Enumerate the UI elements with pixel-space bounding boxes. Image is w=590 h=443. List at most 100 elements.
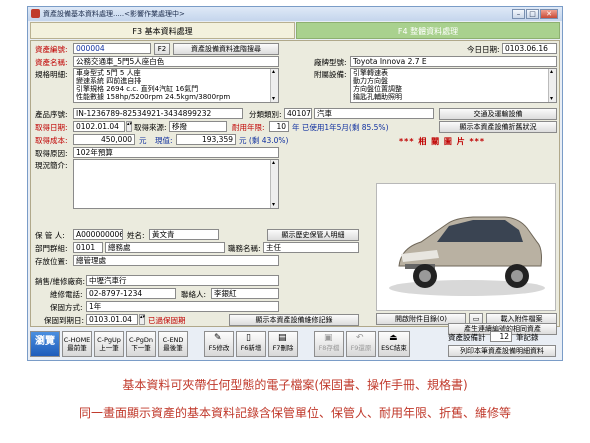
print-detail-button[interactable]: 列印本筆資產設備明細資料 [448,345,556,357]
keeper-id-field[interactable]: A000000006 [73,229,123,240]
spec-line: 引擎規格 2694 c.c. 直列4汽缸 16氣門 [76,85,199,93]
spec-label: 規格明細: [35,70,68,79]
status-textarea[interactable] [73,159,279,209]
total-label: 資產設備計 [448,333,486,342]
accessory-line: 方向盤位置調整 [353,85,402,93]
f2-button[interactable]: F2 [154,43,170,55]
reason-label: 取得原因: [35,149,68,158]
warranty-date-label: 保固到期日: [44,316,85,325]
contact-field[interactable]: 李銀紅 [211,288,279,299]
warranty-field[interactable]: 1年 [86,301,279,312]
delete-button[interactable]: ▤ F7刪除 [268,331,298,357]
asset-window: 資產設備基本資料處理.....<影響作業處理中> – □ ✕ F3 基本資料處理… [27,6,563,361]
app-icon [31,9,40,18]
current-label: 現值: [155,136,173,145]
depreciation-button[interactable]: 顯示本資產設備折舊狀況 [439,121,557,133]
accessory-textarea[interactable]: 引擎轉速表 動力方向盤 方向盤位置調整 鑰匙孔輔助照明 [350,68,557,103]
spec-textarea[interactable]: 車身型式 5門 5 人座 變速系統 四前進自排 引擎規格 2694 c.c. 直… [73,68,279,103]
repair-record-button[interactable]: 顯示本資產設備維修記錄 [229,314,359,326]
keeper-name-label: 姓名: [127,231,145,240]
category-code-field[interactable]: 40107 [284,108,312,119]
next-record-button[interactable]: C-PgDn 下一筆 [126,331,156,357]
asset-photo [376,183,556,311]
cost-field[interactable]: 450,000 [73,134,135,145]
undo-icon: ↶ [356,333,364,343]
close-button[interactable]: ✕ [540,9,558,19]
save-button[interactable]: ▣ F8存檔 [314,331,344,357]
accessory-scrollbar[interactable] [548,69,556,102]
warranty-date-spinner[interactable]: ▴▾ [139,314,145,325]
warranty-label: 保固方式: [50,303,83,312]
dept-name-field: 總務處 [105,242,225,253]
acq-date-label: 取得日期: [35,123,68,132]
asset-no-label: 資產編號: [35,45,68,54]
job-title-label: 職務名稱: [228,244,261,253]
reason-field[interactable]: 102年預算 [73,147,279,158]
title-bar: 資產設備基本資料處理.....<影響作業處理中> – □ ✕ [28,7,562,21]
dept-label: 部門群組: [35,244,68,253]
photo-title: *** 相 關 圖 片 *** [399,137,486,146]
save-icon: ▣ [324,333,333,343]
delete-icon: ▤ [278,333,287,343]
dept-code-field[interactable]: 0101 [73,242,103,253]
source-select[interactable]: 移撥 [169,121,227,132]
advanced-search-button[interactable]: 資產設備資料進階搜尋 [173,43,279,55]
asset-no-field[interactable]: 000004 [73,43,151,54]
life-field[interactable]: 10 [269,121,289,132]
tab-overall-data[interactable]: F4 整體資料處理 [296,22,560,39]
phone-field[interactable]: 02-8797-1234 [86,288,176,299]
last-record-button[interactable]: C-END 最後筆 [158,331,188,357]
serial-field[interactable]: IN-1236789-82534921-3434899232 [73,108,243,119]
job-title-field: 主任 [263,242,359,253]
location-label: 存放位置: [35,257,68,266]
name-label: 資產名稱: [35,58,68,67]
current-field: 193,359 [176,134,236,145]
category-label: 分類類別: [249,110,282,119]
spec-line: 變速系統 四前進自排 [76,77,142,85]
warranty-date-field[interactable]: 0103.01.04 [86,314,138,325]
total-field: 12 [490,331,512,342]
bottom-toolbar: 瀏覽 C-HOME 最前筆 C-PgUp 上一筆 C-PgDn 下一筆 C-EN… [30,329,560,359]
prev-record-button[interactable]: C-PgUp 上一筆 [94,331,124,357]
vendor-label: 銷售/維修廠商: [35,277,86,286]
model-field[interactable]: Toyota Innova 2.7 E [350,56,557,67]
today-label: 今日日期: [467,45,500,54]
location-field[interactable]: 總管理處 [73,255,279,266]
keeper-history-button[interactable]: 顯示歷史保管人明細 [267,229,359,241]
car-image [389,216,545,296]
new-button[interactable]: ▯ F6新增 [236,331,266,357]
keeper-label: 保 管 人: [35,231,65,240]
accessory-label: 附屬設備: [314,70,347,79]
expired-text: 已過保固期 [148,316,186,325]
spec-scrollbar[interactable] [270,69,278,102]
edit-icon: ✎ [214,333,222,343]
acq-date-spinner[interactable]: ▴▾ [126,121,132,132]
maximize-button[interactable]: □ [526,9,539,19]
form-panel: 資產編號: 000004 F2 資產設備資料進階搜尋 今日日期: 0103.06… [30,40,560,327]
total-unit: 筆記錄 [516,333,539,342]
phone-label: 維修電話: [50,290,83,299]
minimize-button[interactable]: – [512,9,525,19]
spec-line: 車身型式 5門 5 人座 [76,69,141,77]
edit-button[interactable]: ✎ F5修改 [204,331,234,357]
caption-line-1: 基本資料可夾帶任何型態的電子檔案(保固書、操作手冊、規格書) [122,378,468,392]
accessory-line: 鑰匙孔輔助照明 [353,93,402,101]
current-note: 元 (剩 43.0%) [239,136,289,145]
new-doc-icon: ▯ [246,333,251,343]
browse-button[interactable]: 瀏覽 [30,331,60,357]
tab-basic-data[interactable]: F3 基本資料處理 [30,22,295,39]
exit-icon: ⏏ [389,333,398,343]
restore-button[interactable]: ↶ F9還原 [346,331,376,357]
acq-date-field[interactable]: 0102.01.04 [73,121,125,132]
model-label: 廠牌型號: [314,58,347,67]
status-scrollbar[interactable] [270,160,278,208]
exit-button[interactable]: ⏏ ESC結束 [378,331,410,357]
first-record-button[interactable]: C-HOME 最前筆 [62,331,92,357]
name-field[interactable]: 公務交通車_5門5人座白色 [73,56,279,67]
vendor-field[interactable]: 中壢汽車行 [86,275,279,286]
category-button[interactable]: 交通及運輸設備 [439,108,557,120]
life-label: 耐用年限: [232,123,265,132]
contact-label: 聯絡人: [181,290,207,299]
life-used-text: 年 已使用1年5月(剩 85.5%) [292,123,389,132]
serial-label: 產品序號: [35,110,68,119]
